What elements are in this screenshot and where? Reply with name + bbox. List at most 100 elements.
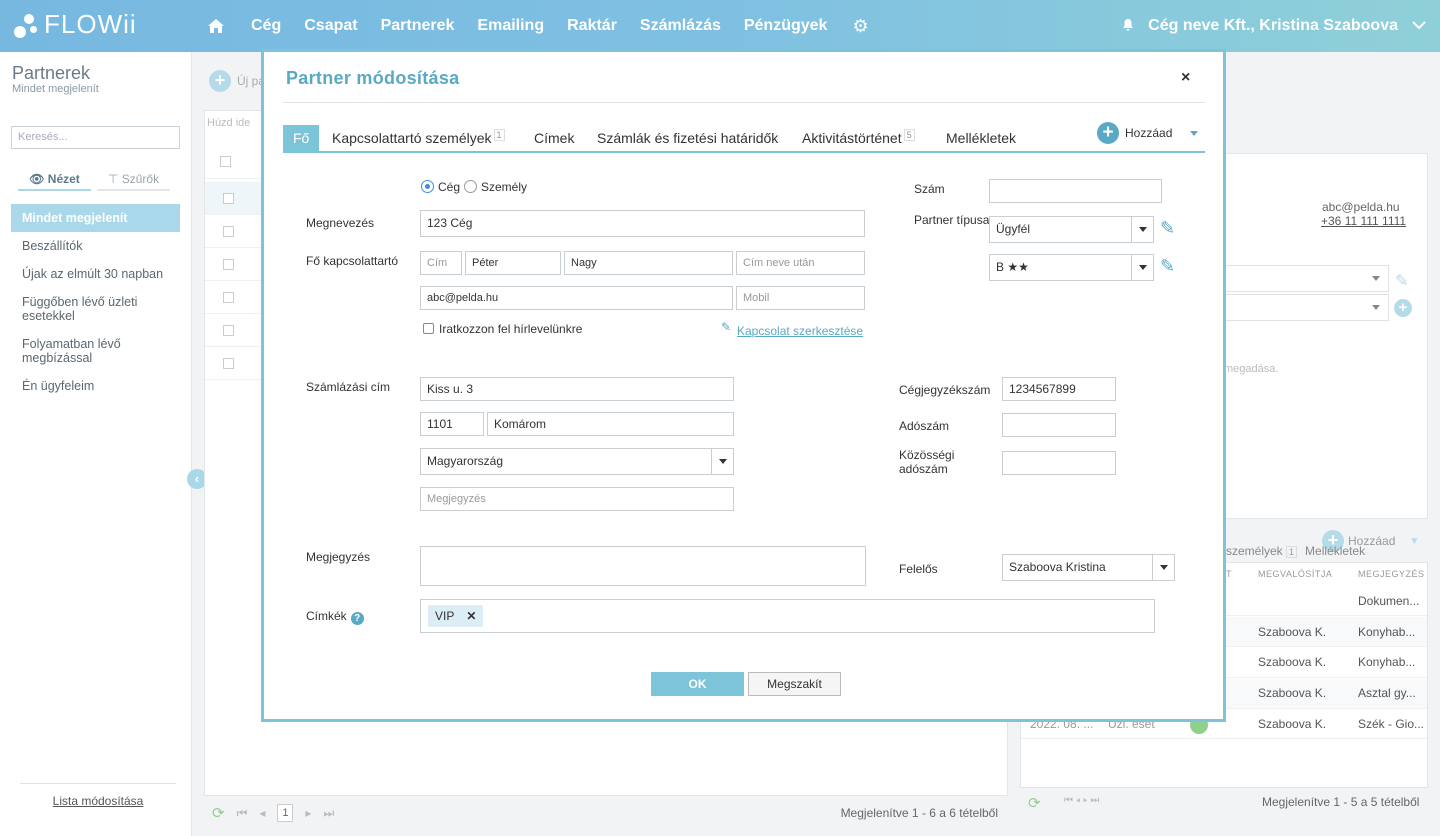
- billing-street-input[interactable]: Kiss u. 3: [420, 377, 734, 401]
- sidebar-item-active-orders[interactable]: Folyamatban lévő megbízással: [11, 330, 180, 372]
- name-input[interactable]: 123 Cég: [420, 210, 865, 237]
- tab-attachments[interactable]: Mellékletek: [1305, 544, 1365, 558]
- tags-input[interactable]: VIP ✕: [420, 599, 1155, 633]
- nav-szamlazas[interactable]: Számlázás: [640, 17, 721, 35]
- account-name[interactable]: Cég neve Kft., Kristina Szaboova: [1148, 17, 1398, 35]
- tab-filters[interactable]: ⊤ Szűrők: [97, 168, 170, 191]
- row-checkbox[interactable]: [223, 193, 234, 204]
- pencil-icon[interactable]: ✎: [1160, 218, 1175, 239]
- pencil-icon[interactable]: ✎: [721, 320, 731, 334]
- table-row[interactable]: [205, 182, 262, 215]
- refresh-icon[interactable]: ⟳: [1028, 794, 1041, 812]
- contact-first-name-input[interactable]: Péter: [465, 251, 561, 275]
- edit-list-link[interactable]: Lista módosítása: [20, 783, 176, 808]
- home-icon[interactable]: [205, 15, 227, 37]
- nav-csapat[interactable]: Csapat: [304, 17, 357, 35]
- tab-attachments[interactable]: Mellékletek: [946, 125, 1016, 151]
- contact-mobile-input[interactable]: Mobil: [736, 286, 865, 310]
- rating-select[interactable]: B ★★: [989, 254, 1154, 281]
- partner-email[interactable]: abc@pelda.hu: [1322, 200, 1400, 214]
- table-row[interactable]: [205, 347, 262, 380]
- tab-addresses[interactable]: Címek: [534, 125, 574, 151]
- select-arrow-icon: [1131, 217, 1153, 242]
- dialog-add-button[interactable]: + Hozzáad: [1097, 122, 1199, 144]
- contact-title-input[interactable]: Cím: [420, 251, 462, 275]
- plus-icon[interactable]: +: [1394, 299, 1412, 317]
- radio-company[interactable]: [421, 180, 434, 193]
- nav-penzugyek[interactable]: Pénzügyek: [744, 17, 828, 35]
- pencil-icon[interactable]: ✎: [1395, 271, 1408, 291]
- billing-city-input[interactable]: Komárom: [487, 412, 734, 436]
- last-page-icon[interactable]: ⏭: [323, 806, 334, 821]
- flowii-logo[interactable]: FLOWii: [12, 9, 137, 40]
- page-number[interactable]: 1: [277, 804, 294, 822]
- row-checkbox[interactable]: [223, 358, 234, 369]
- reg-number-input[interactable]: 1234567899: [1002, 377, 1116, 401]
- cancel-button[interactable]: Megszakít: [748, 672, 841, 696]
- billing-country-select[interactable]: Magyarország: [420, 448, 734, 475]
- sidebar-search-input[interactable]: Keresés...: [11, 126, 180, 149]
- sidebar-item-all[interactable]: Mindet megjelenít: [11, 204, 180, 232]
- eu-tax-number-input[interactable]: [1002, 451, 1116, 475]
- new-partner-button[interactable]: + Új pa: [209, 70, 265, 92]
- number-input[interactable]: [989, 179, 1162, 203]
- tab-contact-persons[interactable]: Kapcsolattartó személyek 1: [332, 125, 505, 151]
- detail-select[interactable]: [1224, 294, 1389, 321]
- nav-partnerek[interactable]: Partnerek: [381, 17, 455, 35]
- edit-contact-link[interactable]: Kapcsolat szerkesztése: [737, 324, 863, 338]
- responsible-select[interactable]: Szaboova Kristina: [1002, 554, 1175, 581]
- tab-main[interactable]: Fő: [283, 125, 320, 151]
- radio-person-label[interactable]: Személy: [481, 180, 527, 194]
- bell-icon[interactable]: [1122, 18, 1134, 34]
- partner-phone[interactable]: +36 11 111 1111: [1321, 214, 1406, 228]
- sidebar-item-pending-deals[interactable]: Függőben lévő üzleti esetekkel: [11, 288, 180, 330]
- column-header[interactable]: MEGVALÓSÍTJA: [1258, 569, 1332, 579]
- column-header[interactable]: MEGJEGYZÉS: [1358, 569, 1425, 579]
- billing-note-input[interactable]: Megjegyzés: [420, 487, 734, 511]
- refresh-icon[interactable]: ⟳: [212, 804, 225, 822]
- help-icon[interactable]: ?: [350, 612, 364, 625]
- close-icon[interactable]: ×: [1181, 69, 1190, 87]
- next-page-icon[interactable]: ▸: [305, 806, 311, 820]
- newsletter-checkbox[interactable]: [423, 323, 434, 334]
- remove-tag-icon[interactable]: ✕: [466, 605, 476, 627]
- gear-icon[interactable]: ⚙: [852, 16, 868, 37]
- table-row[interactable]: [205, 215, 262, 248]
- tab-view[interactable]: 👁 Nézet: [18, 168, 91, 191]
- row-checkbox[interactable]: [223, 226, 234, 237]
- pager-arrows-icon[interactable]: ⏮ ◂ ▸ ⏭: [1064, 795, 1099, 806]
- contact-suffix-input[interactable]: Cím neve után: [736, 251, 865, 275]
- tax-number-input[interactable]: [1002, 413, 1116, 437]
- sidebar-item-suppliers[interactable]: Beszállítók: [11, 232, 180, 260]
- row-checkbox[interactable]: [223, 292, 234, 303]
- radio-company-label[interactable]: Cég: [438, 180, 460, 194]
- ok-button[interactable]: OK: [651, 672, 744, 696]
- table-row[interactable]: [205, 281, 262, 314]
- contact-email-input[interactable]: abc@pelda.hu: [420, 286, 733, 310]
- column-header[interactable]: T: [1226, 569, 1232, 579]
- contact-last-name-input[interactable]: Nagy: [564, 251, 733, 275]
- select-all-checkbox[interactable]: [220, 156, 231, 167]
- pencil-icon[interactable]: ✎: [1160, 256, 1175, 277]
- prev-page-icon[interactable]: ◂: [259, 806, 265, 820]
- row-checkbox[interactable]: [223, 325, 234, 336]
- first-page-icon[interactable]: ⏮: [237, 806, 248, 821]
- nav-ceg[interactable]: Cég: [251, 17, 281, 35]
- radio-person[interactable]: [464, 180, 477, 193]
- detail-select[interactable]: [1224, 265, 1389, 292]
- partner-type-select[interactable]: Ügyfél: [989, 216, 1154, 243]
- sidebar-item-new-30-days[interactable]: Újak az elmúlt 30 napban: [11, 260, 180, 288]
- tab-contacts[interactable]: személyek 1: [1226, 544, 1298, 558]
- newsletter-label[interactable]: Iratkozzon fel hírlevelünkre: [439, 322, 582, 336]
- tab-activity[interactable]: Aktivitástörténet 5: [802, 125, 915, 151]
- nav-raktar[interactable]: Raktár: [567, 17, 617, 35]
- table-row[interactable]: [205, 248, 262, 281]
- billing-zip-input[interactable]: 1101: [420, 412, 484, 436]
- chevron-down-icon[interactable]: [1412, 17, 1426, 35]
- sidebar-item-my-clients[interactable]: Én ügyfeleim: [11, 372, 180, 400]
- row-checkbox[interactable]: [223, 259, 234, 270]
- note-textarea[interactable]: [420, 546, 866, 586]
- nav-emailing[interactable]: Emailing: [477, 17, 544, 35]
- tab-invoices[interactable]: Számlák és fizetési határidők: [597, 125, 778, 151]
- table-row[interactable]: [205, 314, 262, 347]
